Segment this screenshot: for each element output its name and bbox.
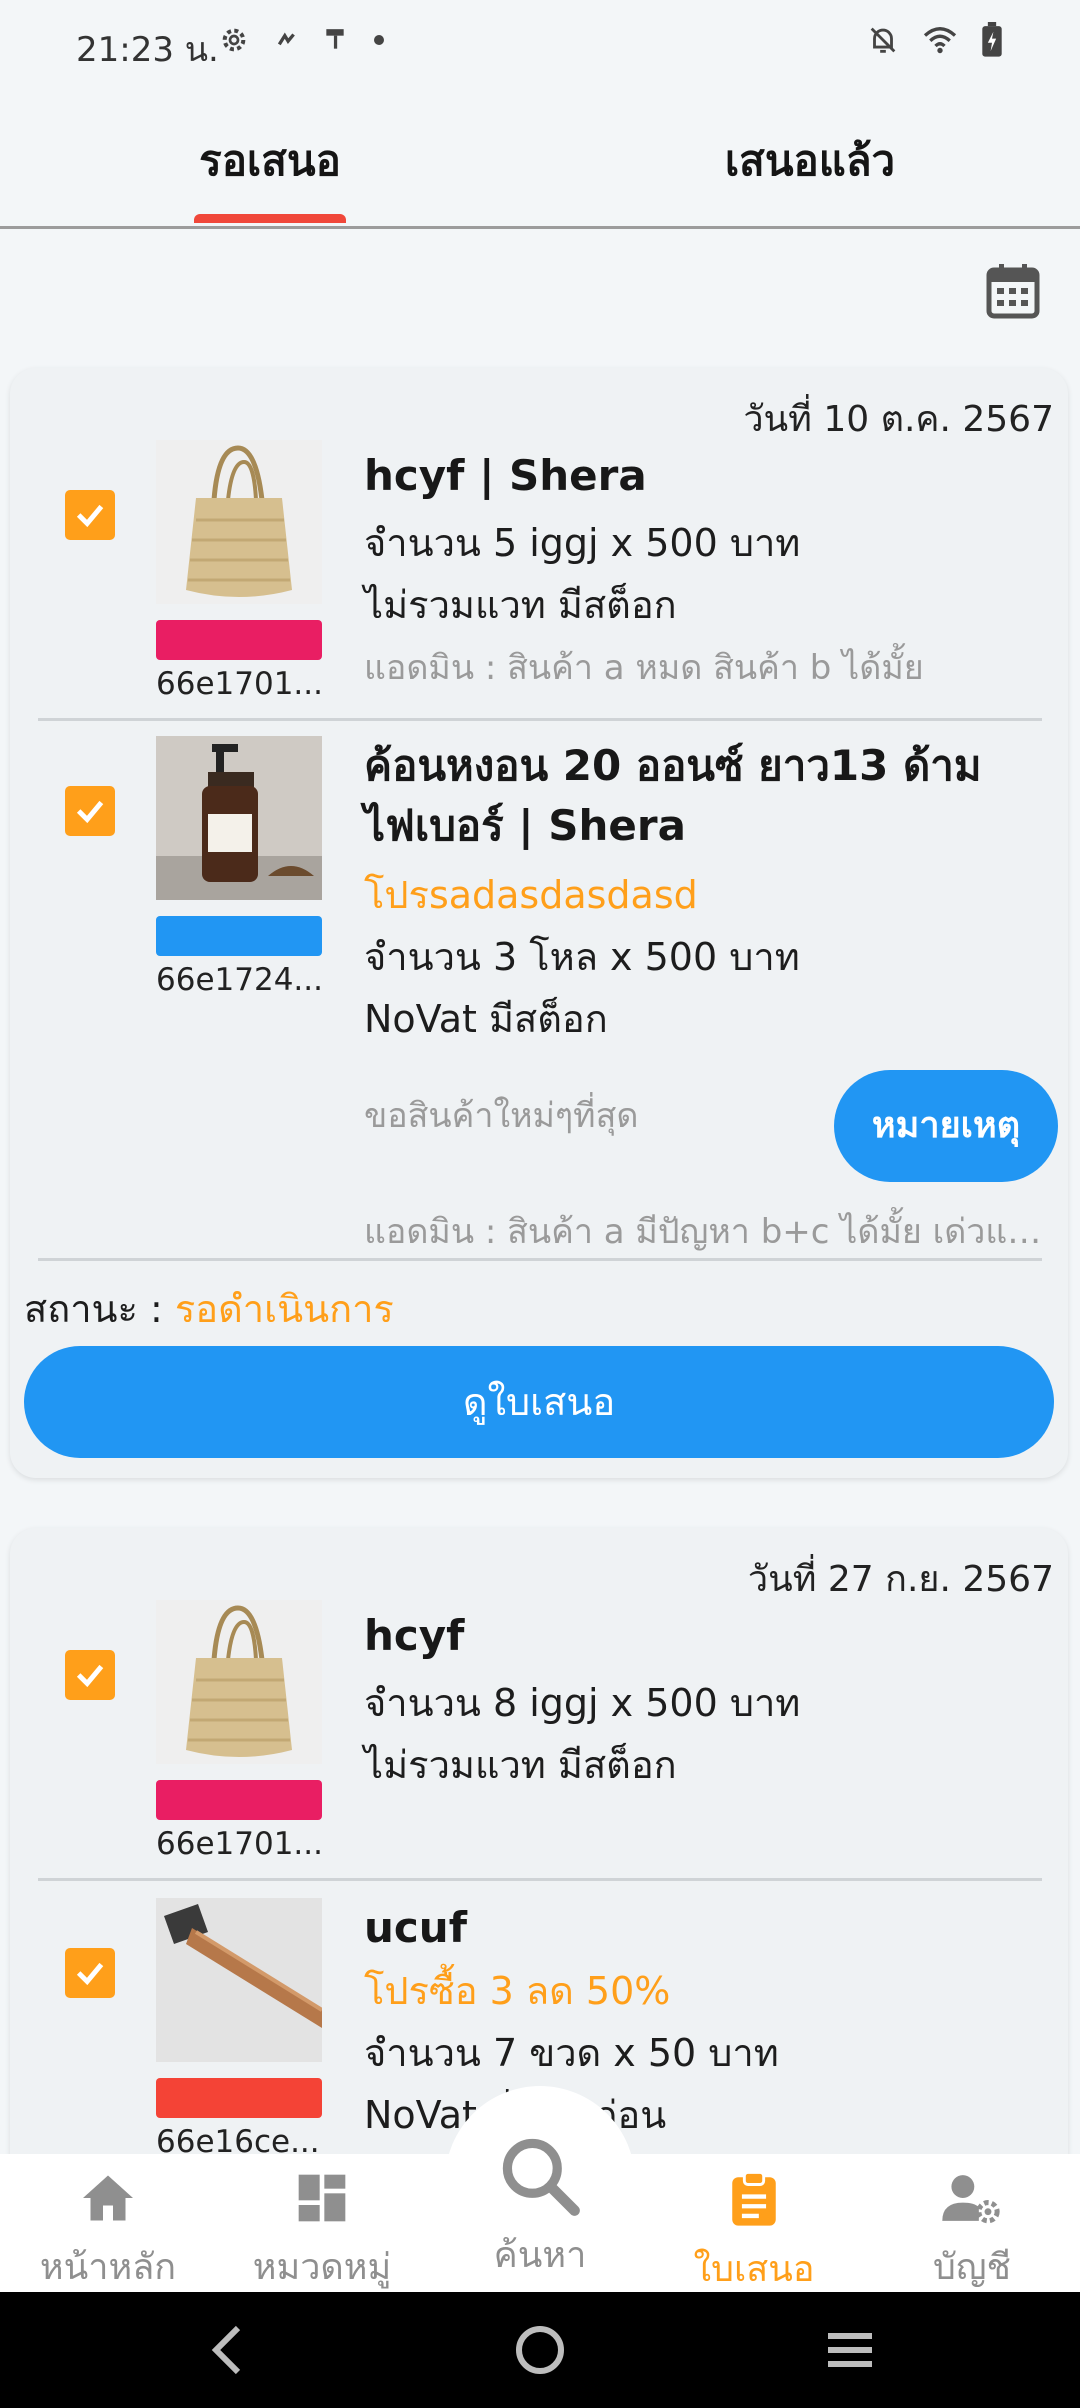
calendar-icon: [986, 264, 1040, 319]
status-time: 21:23 น.: [76, 30, 219, 70]
clipboard-icon: [732, 2170, 776, 2226]
status-label: สถานะ :: [24, 1287, 175, 1331]
wifi-icon: [923, 27, 957, 54]
quantity-price: จำนวน 3 โหล x 500 บาท: [364, 935, 800, 979]
active-tab-indicator: [194, 214, 346, 223]
vat-stock: ไม่รวมแวท มีสต็อก: [364, 1743, 677, 1787]
product-code: 66e1701...: [156, 1826, 323, 1862]
nav-account[interactable]: บัญชี: [872, 2170, 1072, 2295]
check-icon: [76, 504, 104, 528]
product-name: hcyf | Shera: [364, 451, 647, 500]
vat-stock: ไม่รวมแวท มีสต็อก: [364, 583, 677, 627]
item-divider: [38, 718, 1042, 721]
status-value: รอดำเนินการ: [174, 1287, 394, 1331]
basket-image: [156, 440, 322, 604]
settings-gear-icon: [222, 28, 246, 52]
shampoo-image: [156, 736, 322, 900]
promotion-text: โปรsadasdasdasd: [364, 873, 698, 917]
product-image[interactable]: [156, 736, 322, 900]
quote-status: สถานะ : รอดำเนินการ: [24, 1278, 394, 1339]
nav-quotes-label: ใบเสนอ: [693, 2249, 815, 2290]
vat-stock: NoVat มีสต็อก: [364, 997, 608, 1041]
check-icon: [76, 1962, 104, 1986]
nav-categories[interactable]: หมวดหมู่: [222, 2170, 422, 2295]
search-icon: [502, 2138, 580, 2216]
product-name: ค้อนหงอน 20 ออนซ์ ยาว13 ด้ามไฟเบอร์ | Sh…: [364, 741, 982, 850]
home-circle-icon[interactable]: [514, 2322, 566, 2378]
quote-tabs: รอเสนอ เสนอแล้ว: [0, 110, 1080, 229]
status-bar: 21:23 น.: [0, 0, 1080, 88]
home-icon: [83, 2175, 133, 2221]
item-divider: [38, 1878, 1042, 1881]
nav-categories-label: หมวดหมู่: [252, 2247, 392, 2288]
product-image[interactable]: [156, 440, 322, 604]
customer-request: ขอสินค้าใหม่ๆที่สุด: [364, 1096, 639, 1136]
app-notification-icon: [277, 32, 295, 46]
product-name: ucuf: [364, 1903, 467, 1952]
quote-date: วันที่ 27 ก.ย. 2567: [747, 1559, 1054, 1600]
item-checkbox[interactable]: [65, 490, 115, 540]
nav-account-label: บัญชี: [933, 2247, 1011, 2288]
paint-roller-icon: [326, 29, 344, 49]
category-icon: [298, 2174, 346, 2222]
product-code: 66e1701...: [156, 666, 323, 702]
check-icon: [76, 800, 104, 824]
hammer-image: [156, 1898, 322, 2062]
product-color-tag: [156, 2078, 322, 2118]
quote-card: วันที่ 10 ต.ค. 2567 66e1701... hcyf | Sh…: [10, 368, 1068, 1478]
calendar-button[interactable]: [986, 262, 1040, 320]
battery-charging-icon: [982, 22, 1002, 57]
notification-icons: [218, 24, 386, 56]
nav-quotes[interactable]: ใบเสนอ: [654, 2170, 854, 2297]
tab-submitted[interactable]: เสนอแล้ว: [660, 128, 960, 194]
back-icon[interactable]: [206, 2322, 246, 2378]
quote-date: วันที่ 10 ต.ค. 2567: [743, 399, 1054, 440]
quantity-price: จำนวน 8 iggj x 500 บาท: [364, 1681, 801, 1725]
nav-search-label: ค้นหา: [493, 2235, 587, 2276]
product-code: 66e1724...: [156, 962, 323, 998]
product-image[interactable]: [156, 1898, 322, 2062]
product-image[interactable]: [156, 1600, 322, 1764]
nav-search[interactable]: ค้นหา: [440, 2130, 640, 2283]
note-button[interactable]: หมายเหตุ: [834, 1070, 1058, 1182]
item-checkbox[interactable]: [65, 1948, 115, 1998]
product-color-tag: [156, 620, 322, 660]
item-divider: [38, 1258, 1042, 1261]
item-checkbox[interactable]: [65, 1650, 115, 1700]
dot-icon: [374, 35, 384, 45]
bell-muted-icon: [870, 27, 896, 53]
check-icon: [76, 1664, 104, 1688]
nav-home[interactable]: หน้าหลัก: [8, 2170, 208, 2295]
system-status-icons: [866, 22, 1004, 58]
nav-home-label: หน้าหลัก: [39, 2247, 177, 2288]
product-name: hcyf: [364, 1611, 465, 1660]
basket-image: [156, 1600, 322, 1764]
product-color-tag: [156, 1780, 322, 1820]
promotion-text: โปรซื้อ 3 ลด 50%: [364, 1969, 671, 2013]
quantity-price: จำนวน 7 ขวด x 50 บาท: [364, 2031, 779, 2075]
item-checkbox[interactable]: [65, 786, 115, 836]
account-settings-icon: [942, 2175, 1000, 2224]
admin-note: แอดมิน : สินค้า a หมด สินค้า b ได้มั้ย: [364, 648, 924, 688]
admin-note: แอดมิน : สินค้า a มีปัญหา b+c ได้มั้ย เด…: [364, 1212, 1054, 1252]
tab-pending[interactable]: รอเสนอ: [150, 128, 390, 194]
quantity-price: จำนวน 5 iggj x 500 บาท: [364, 521, 801, 565]
system-navigation-bar: [0, 2292, 1080, 2408]
view-quote-button[interactable]: ดูใบเสนอ: [24, 1346, 1054, 1458]
product-color-tag: [156, 916, 322, 956]
recents-menu-icon[interactable]: [824, 2322, 876, 2378]
